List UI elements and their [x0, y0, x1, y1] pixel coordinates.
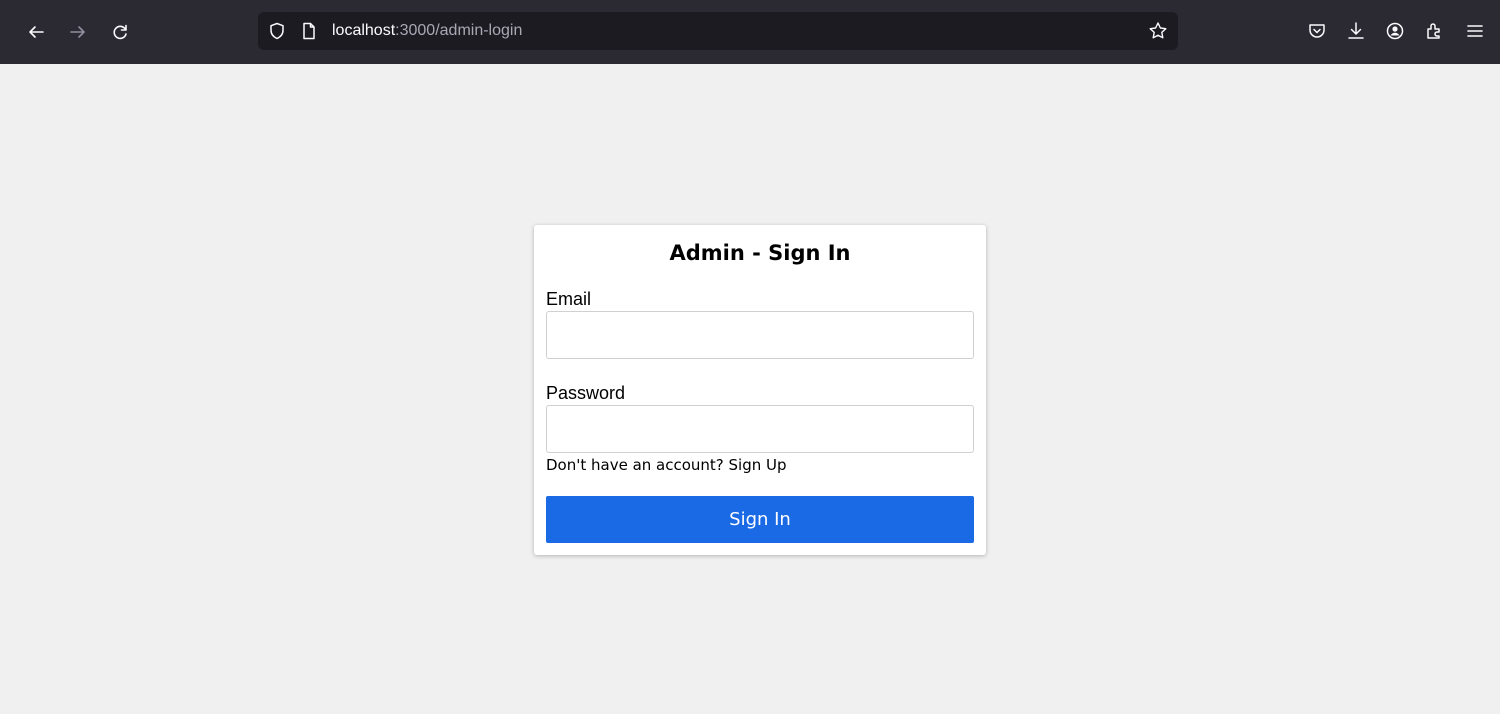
back-arrow-icon[interactable] — [22, 18, 50, 46]
forward-arrow-icon[interactable] — [64, 18, 92, 46]
url-host: localhost — [332, 22, 396, 39]
reload-icon[interactable] — [106, 18, 134, 46]
menu-icon[interactable] — [1464, 20, 1486, 42]
url-path: :3000/admin-login — [395, 22, 523, 39]
login-card: Admin - Sign In Email Password Don't hav… — [534, 225, 986, 555]
password-field[interactable] — [546, 405, 974, 453]
email-label: Email — [546, 289, 592, 309]
page-icon — [303, 22, 315, 40]
pocket-icon[interactable] — [1306, 20, 1328, 42]
download-icon[interactable] — [1345, 20, 1367, 42]
address-bar[interactable]: localhost:3000/admin-login — [258, 12, 1178, 50]
page-title: Admin - Sign In — [669, 241, 851, 265]
email-field[interactable] — [546, 311, 974, 359]
bookmark-star-icon[interactable] — [1148, 21, 1168, 41]
account-icon[interactable] — [1384, 20, 1406, 42]
signup-link[interactable]: Don't have an account? Sign Up — [546, 456, 787, 474]
password-label: Password — [546, 383, 626, 403]
url-text[interactable]: localhost:3000/admin-login — [332, 22, 522, 40]
extensions-icon[interactable] — [1423, 20, 1445, 42]
shield-icon[interactable] — [268, 22, 286, 40]
browser-toolbar: localhost:3000/admin-login — [0, 0, 1500, 64]
sign-in-button[interactable]: Sign In — [546, 496, 974, 543]
